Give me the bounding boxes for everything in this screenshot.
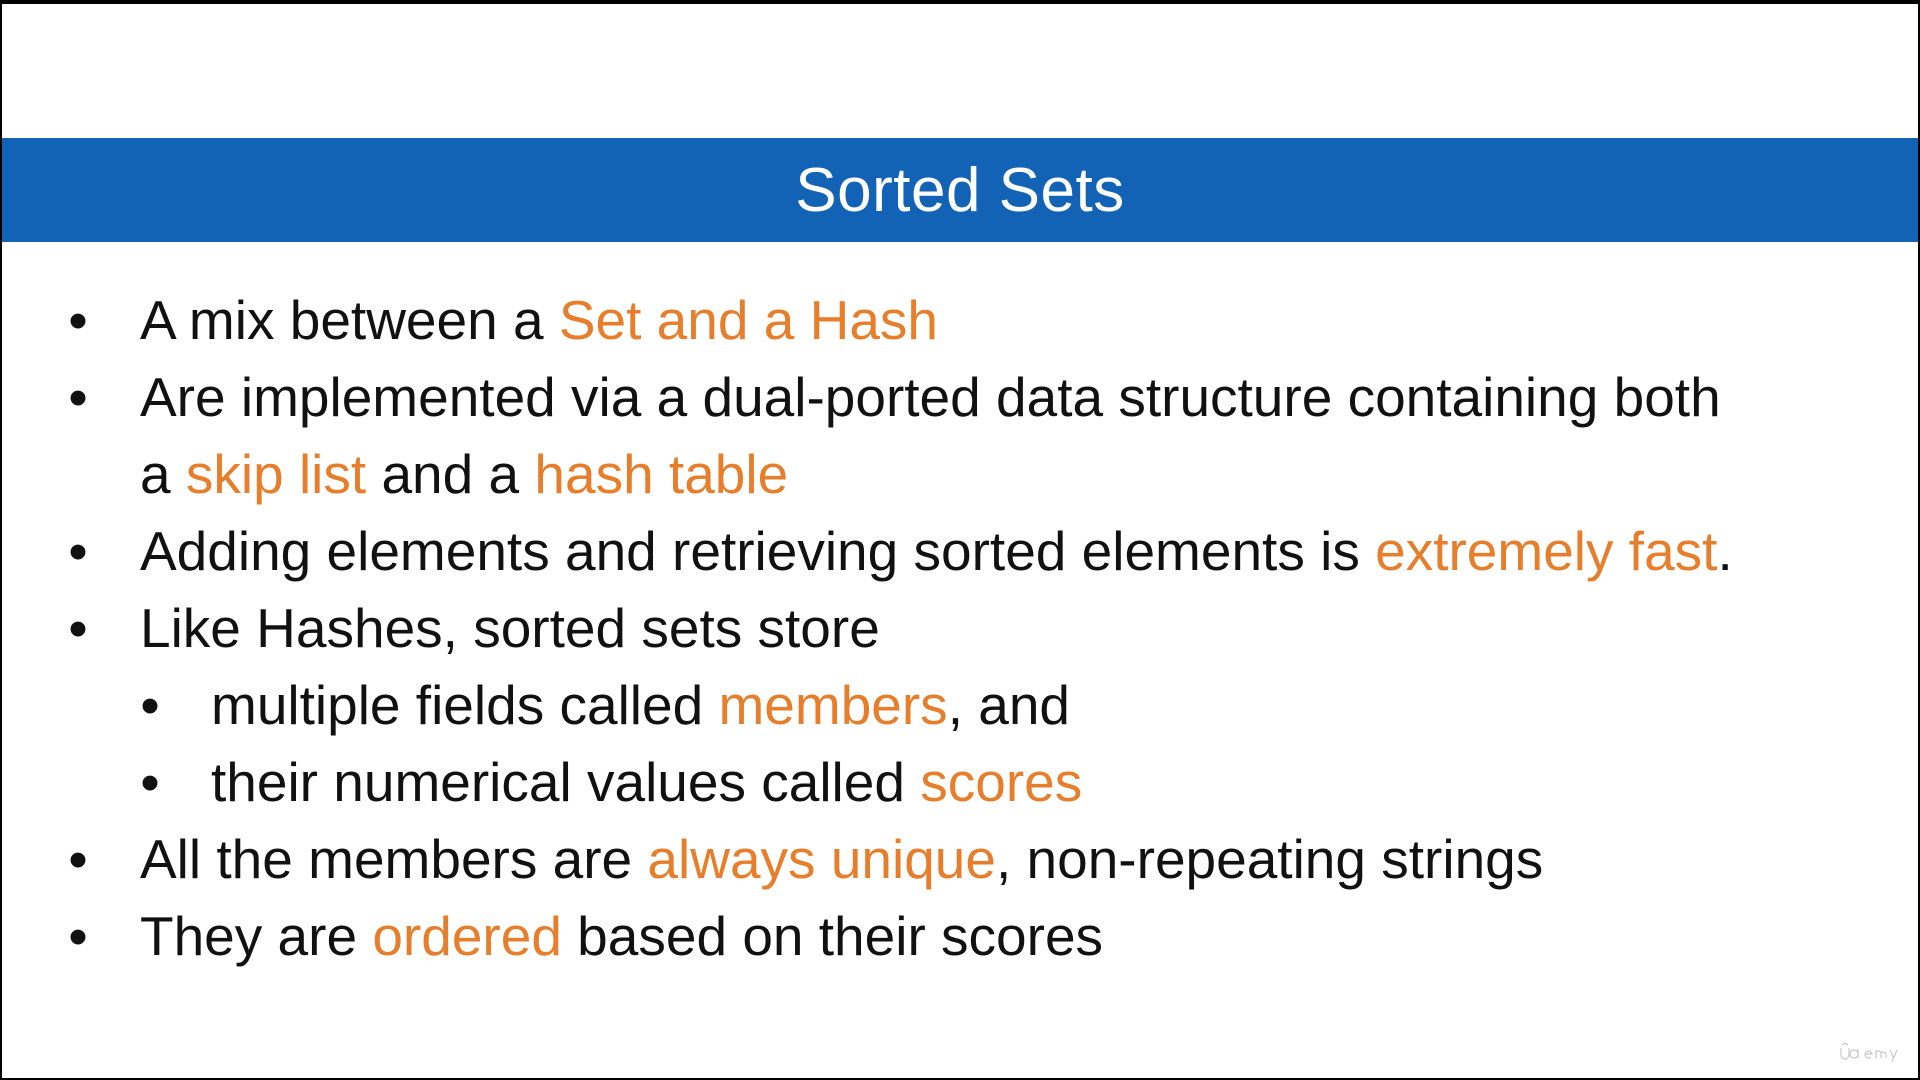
highlight-text: skip list [185,443,367,505]
udemy-logo-icon [1838,1042,1904,1070]
bullet-item: • Like Hashes, sorted sets store [2,590,1918,667]
udemy-logo-mark [1840,1042,1898,1063]
bullet-text-part: multiple fields called [211,674,719,736]
highlight-text: extremely fast [1375,520,1718,582]
bullet-dot: • [68,828,88,890]
sub-bullet-item: • their numerical values called scores [2,744,1918,821]
slide: Sorted Sets • A mix between a Set and a … [2,4,1918,1078]
bullet-item: • A mix between a Set and a Hash [2,282,1918,359]
bullet-item: • They are ordered based on their scores [2,898,1918,975]
highlight-text: members [718,674,948,736]
bullet-text-line: Are implemented via a dual-ported data s… [140,366,1721,428]
bullet-text-part: , and [947,674,1071,736]
bullet-text-part: and a [366,443,535,505]
bullet-text-line: a skip list and a hash table [140,436,1918,513]
bullet-text-part: Like Hashes, sorted sets store [140,597,880,659]
bullet-text-part: based on their scores [561,905,1104,967]
bullet-dot: • [68,905,88,967]
bullet-dot: • [68,366,88,428]
bullet-dot: • [140,751,160,813]
sub-bullet-item: • multiple fields called members, and [2,667,1918,744]
highlight-text: always unique [647,828,996,890]
bullet-list: • A mix between a Set and a Hash • Are i… [2,282,1918,975]
bullet-text-part: their numerical values called [211,751,921,813]
bullet-text-part: , non-repeating strings [995,828,1544,890]
bullet-item: • Are implemented via a dual-ported data… [2,359,1918,513]
bullet-dot: • [68,597,88,659]
bullet-text-part: A mix between a [140,289,559,351]
bullet-text-part: All the members are [140,828,648,890]
bullet-item: • All the members are always unique, non… [2,821,1918,898]
bullet-text-part: a [140,443,186,505]
bullet-text-part: . [1717,520,1733,582]
highlight-text: scores [920,751,1083,813]
highlight-text: hash table [534,443,789,505]
bullet-dot: • [68,520,88,582]
bullet-dot: • [68,289,88,351]
slide-title: Sorted Sets [795,155,1125,225]
highlight-text: ordered [372,905,562,967]
bullet-dot: • [140,674,160,736]
bullet-text-part: They are [140,905,373,967]
title-bar: Sorted Sets [2,138,1918,242]
highlight-text: Set and a Hash [558,289,938,351]
bullet-item: • Adding elements and retrieving sorted … [2,513,1918,590]
bullet-text-part: Adding elements and retrieving sorted el… [140,520,1376,582]
